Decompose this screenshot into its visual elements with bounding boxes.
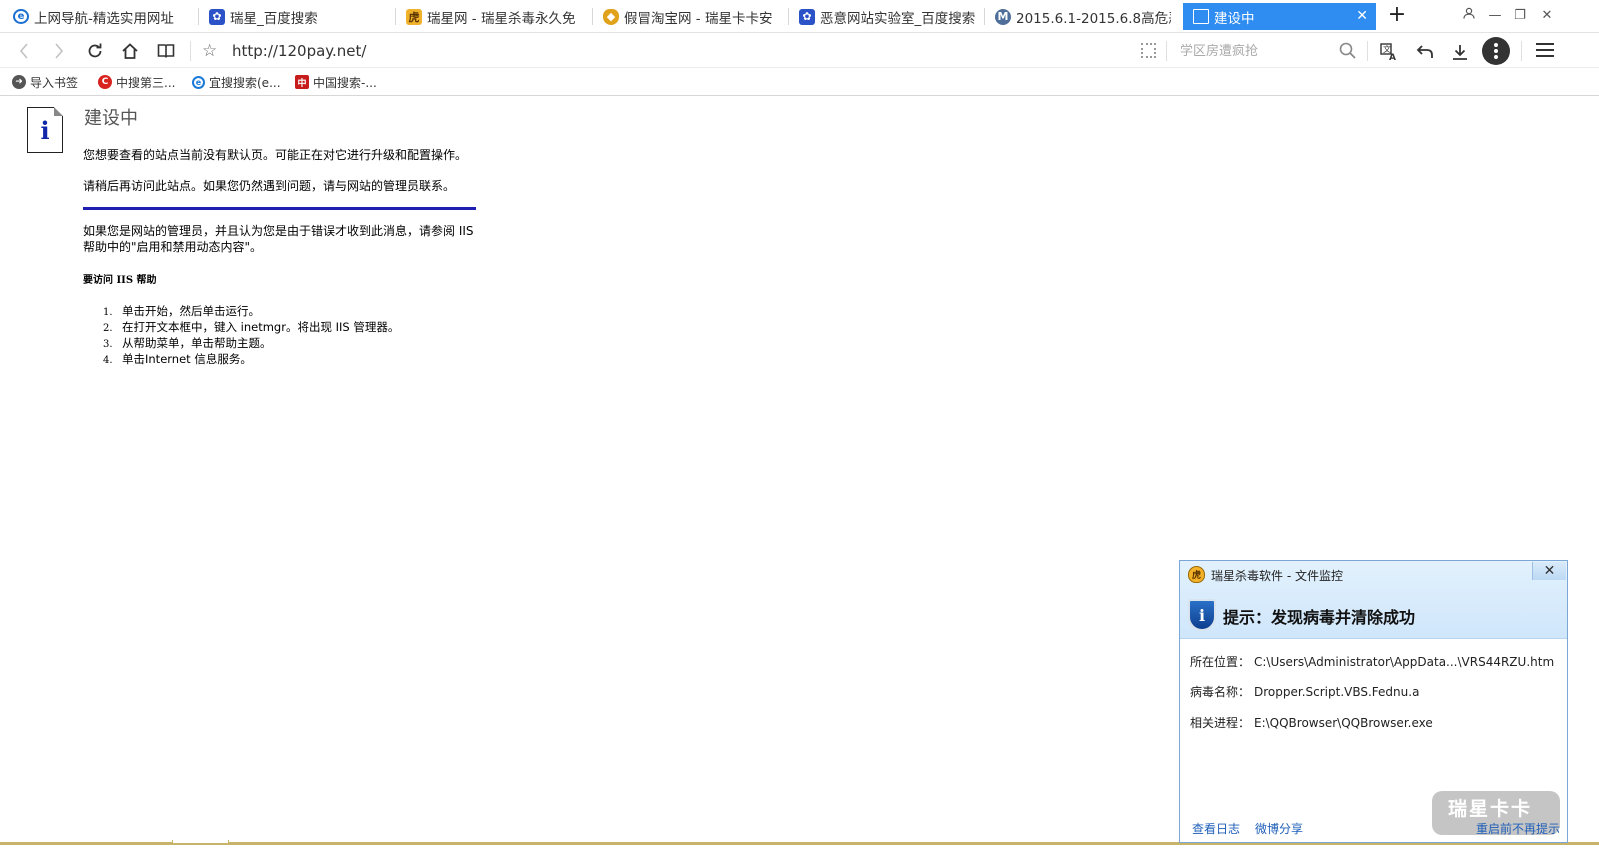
document-icon <box>1193 9 1209 24</box>
message-paragraph: 您想要查看的站点当前没有默认页。可能正在对它进行升级和配置操作。 <box>83 148 468 162</box>
hamburger-menu-icon[interactable] <box>1536 43 1554 59</box>
ie-icon: e <box>13 9 29 24</box>
search-icon[interactable] <box>1338 41 1358 61</box>
tab-title: 瑞星网 - 瑞星杀毒永久免 <box>427 10 576 27</box>
new-tab-button[interactable]: + <box>1383 2 1411 30</box>
forward-button[interactable] <box>46 38 72 64</box>
tab-fake-taobao[interactable]: ◆ 假冒淘宝网 - 瑞星卡卡安 <box>593 3 789 30</box>
tab-title: 上网导航-精选实用网址 <box>34 10 174 27</box>
rising-tiger-icon: 虎 <box>1188 566 1205 583</box>
back-button[interactable] <box>11 38 37 64</box>
minimize-button[interactable]: — <box>1482 4 1508 28</box>
help-steps-list: 1. 单击开始，然后单击运行。 2. 在打开文本框中，键入 inetmgr。将出现 … <box>103 303 399 367</box>
status-strip-tab <box>172 840 229 844</box>
address-url[interactable]: http://120pay.net/ <box>232 42 366 60</box>
notification-headline: 提示：发现病毒并清除成功 <box>1223 608 1416 627</box>
tab-high-risk-report[interactable]: M 2015.6.1-2015.6.8高危恶 <box>985 3 1181 30</box>
home-button[interactable] <box>117 38 143 64</box>
svg-text:A: A <box>1389 53 1396 61</box>
virus-name-row: 病毒名称： Dropper.Script.VBS.Fednu.a <box>1190 683 1419 700</box>
m-icon: M <box>995 8 1011 25</box>
tab-strip: e 上网导航-精选实用网址 ✿ 瑞星_百度搜索 虎 瑞星网 - 瑞星杀毒永久免 … <box>0 0 1599 33</box>
list-item: 4. 单击Internet 信息服务。 <box>103 352 252 366</box>
tab-rising-baidu-search[interactable]: ✿ 瑞星_百度搜索 <box>199 3 396 30</box>
bookmark-star-icon[interactable]: ☆ <box>202 41 217 61</box>
user-icon[interactable] <box>1456 4 1482 28</box>
bookmark-zhongsou[interactable]: C 中搜第三... <box>98 73 175 91</box>
download-icon[interactable] <box>1447 39 1473 65</box>
virus-label: 病毒名称： <box>1190 685 1251 699</box>
bookmark-yisou[interactable]: e 宜搜搜索(e... <box>192 73 281 91</box>
virus-value: Dropper.Script.VBS.Fednu.a <box>1254 685 1420 699</box>
process-value: E:\QQBrowser\QQBrowser.exe <box>1254 716 1433 730</box>
process-row: 相关进程： E:\QQBrowser\QQBrowser.exe <box>1190 714 1433 731</box>
bookmark-chinaso[interactable]: 中 中国搜索-... <box>295 73 377 91</box>
undo-close-icon[interactable] <box>1412 39 1438 65</box>
chinaso-icon: 中 <box>295 75 309 89</box>
message-paragraph: 请稍后再访问此站点。如果您仍然遇到问题，请与网站的管理员联系。 <box>83 179 456 193</box>
location-label: 所在位置： <box>1190 655 1251 669</box>
tab-title: 假冒淘宝网 - 瑞星卡卡安 <box>624 10 773 27</box>
close-notification-button[interactable]: ✕ <box>1532 562 1566 580</box>
process-label: 相关进程： <box>1190 716 1251 730</box>
location-row: 所在位置： C:\Users\Administrator\AppData...\V… <box>1190 653 1554 670</box>
tab-rising-site[interactable]: 虎 瑞星网 - 瑞星杀毒永久免 <box>396 3 593 30</box>
rising-shield-icon: ◆ <box>603 8 619 25</box>
ie-icon: e <box>192 75 205 89</box>
search-input[interactable] <box>1172 39 1362 63</box>
tab-title: 瑞星_百度搜索 <box>230 10 318 27</box>
admin-note-line: 如果您是网站的管理员，并且认为您是由于错误才收到此消息，请参阅 IIS <box>83 224 474 238</box>
qr-code-icon[interactable] <box>1141 43 1156 58</box>
bookmark-label: 导入书签 <box>30 75 79 90</box>
bookmark-label: 中搜第三... <box>116 75 176 90</box>
admin-note-line: 帮助中的"启用和禁用动态内容"。 <box>83 240 263 254</box>
list-item: 3. 从帮助菜单，单击帮助主题。 <box>103 336 272 350</box>
refresh-button[interactable] <box>82 38 108 64</box>
view-log-link[interactable]: 查看日志 <box>1192 820 1240 837</box>
page-title: 建设中 <box>84 108 138 129</box>
more-menu-button[interactable] <box>1482 37 1510 65</box>
bookmark-label: 宜搜搜索(e... <box>209 75 281 90</box>
tab-malicious-lab[interactable]: ✿ 恶意网站实验室_百度搜索 <box>789 3 985 30</box>
import-icon: ➜ <box>12 75 26 89</box>
no-remind-link[interactable]: 重启前不再提示 <box>1476 820 1560 837</box>
bookmarks-bar: ➜ 导入书签 C 中搜第三... e 宜搜搜索(e... 中 中国搜索-... <box>0 69 1599 96</box>
notification-window-title: 瑞星杀毒软件 - 文件监控 <box>1211 569 1343 583</box>
divider <box>83 207 476 210</box>
restore-button[interactable]: ❐ <box>1507 4 1533 28</box>
weibo-share-link[interactable]: 微博分享 <box>1255 820 1303 837</box>
list-item: 1. 单击开始，然后单击运行。 <box>103 304 260 318</box>
tab-under-construction[interactable]: 建设中 ✕ <box>1183 3 1376 30</box>
tab-title: 恶意网站实验室_百度搜索 <box>820 10 976 27</box>
reader-book-button[interactable] <box>153 38 179 64</box>
info-shield-icon: i <box>1188 599 1216 631</box>
close-window-button[interactable]: ✕ <box>1534 4 1560 28</box>
tab-close-icon[interactable]: ✕ <box>1356 8 1368 24</box>
address-bar-row: ☆ http://120pay.net/ 文A <box>0 34 1599 68</box>
baidu-paw-icon: ✿ <box>799 8 815 25</box>
bookmark-import[interactable]: ➜ 导入书签 <box>12 73 78 91</box>
help-heading: 要访问 IIS 帮助 <box>83 275 157 286</box>
rising-tiger-icon: 虎 <box>406 8 422 25</box>
tab-shangwang-daohang[interactable]: e 上网导航-精选实用网址 <box>3 3 199 30</box>
antivirus-notification: 虎 瑞星杀毒软件 - 文件监控 ✕ i 提示：发现病毒并清除成功 所在位置： C:… <box>1179 560 1568 843</box>
notification-header: 虎 瑞星杀毒软件 - 文件监控 ✕ i 提示：发现病毒并清除成功 <box>1180 561 1567 639</box>
tab-title: 建设中 <box>1214 10 1255 27</box>
translate-icon[interactable]: 文A <box>1376 39 1402 65</box>
tab-title: 2015.6.1-2015.6.8高危恶 <box>1016 10 1171 27</box>
bookmark-label: 中国搜索-... <box>313 75 377 90</box>
list-item: 2. 在打开文本框中，键入 inetmgr。将出现 IIS 管理器。 <box>103 320 400 334</box>
baidu-paw-icon: ✿ <box>209 8 225 25</box>
zhongsou-icon: C <box>98 75 112 89</box>
info-document-icon: i <box>27 107 63 153</box>
location-value: C:\Users\Administrator\AppData...\VRS44R… <box>1254 655 1555 669</box>
